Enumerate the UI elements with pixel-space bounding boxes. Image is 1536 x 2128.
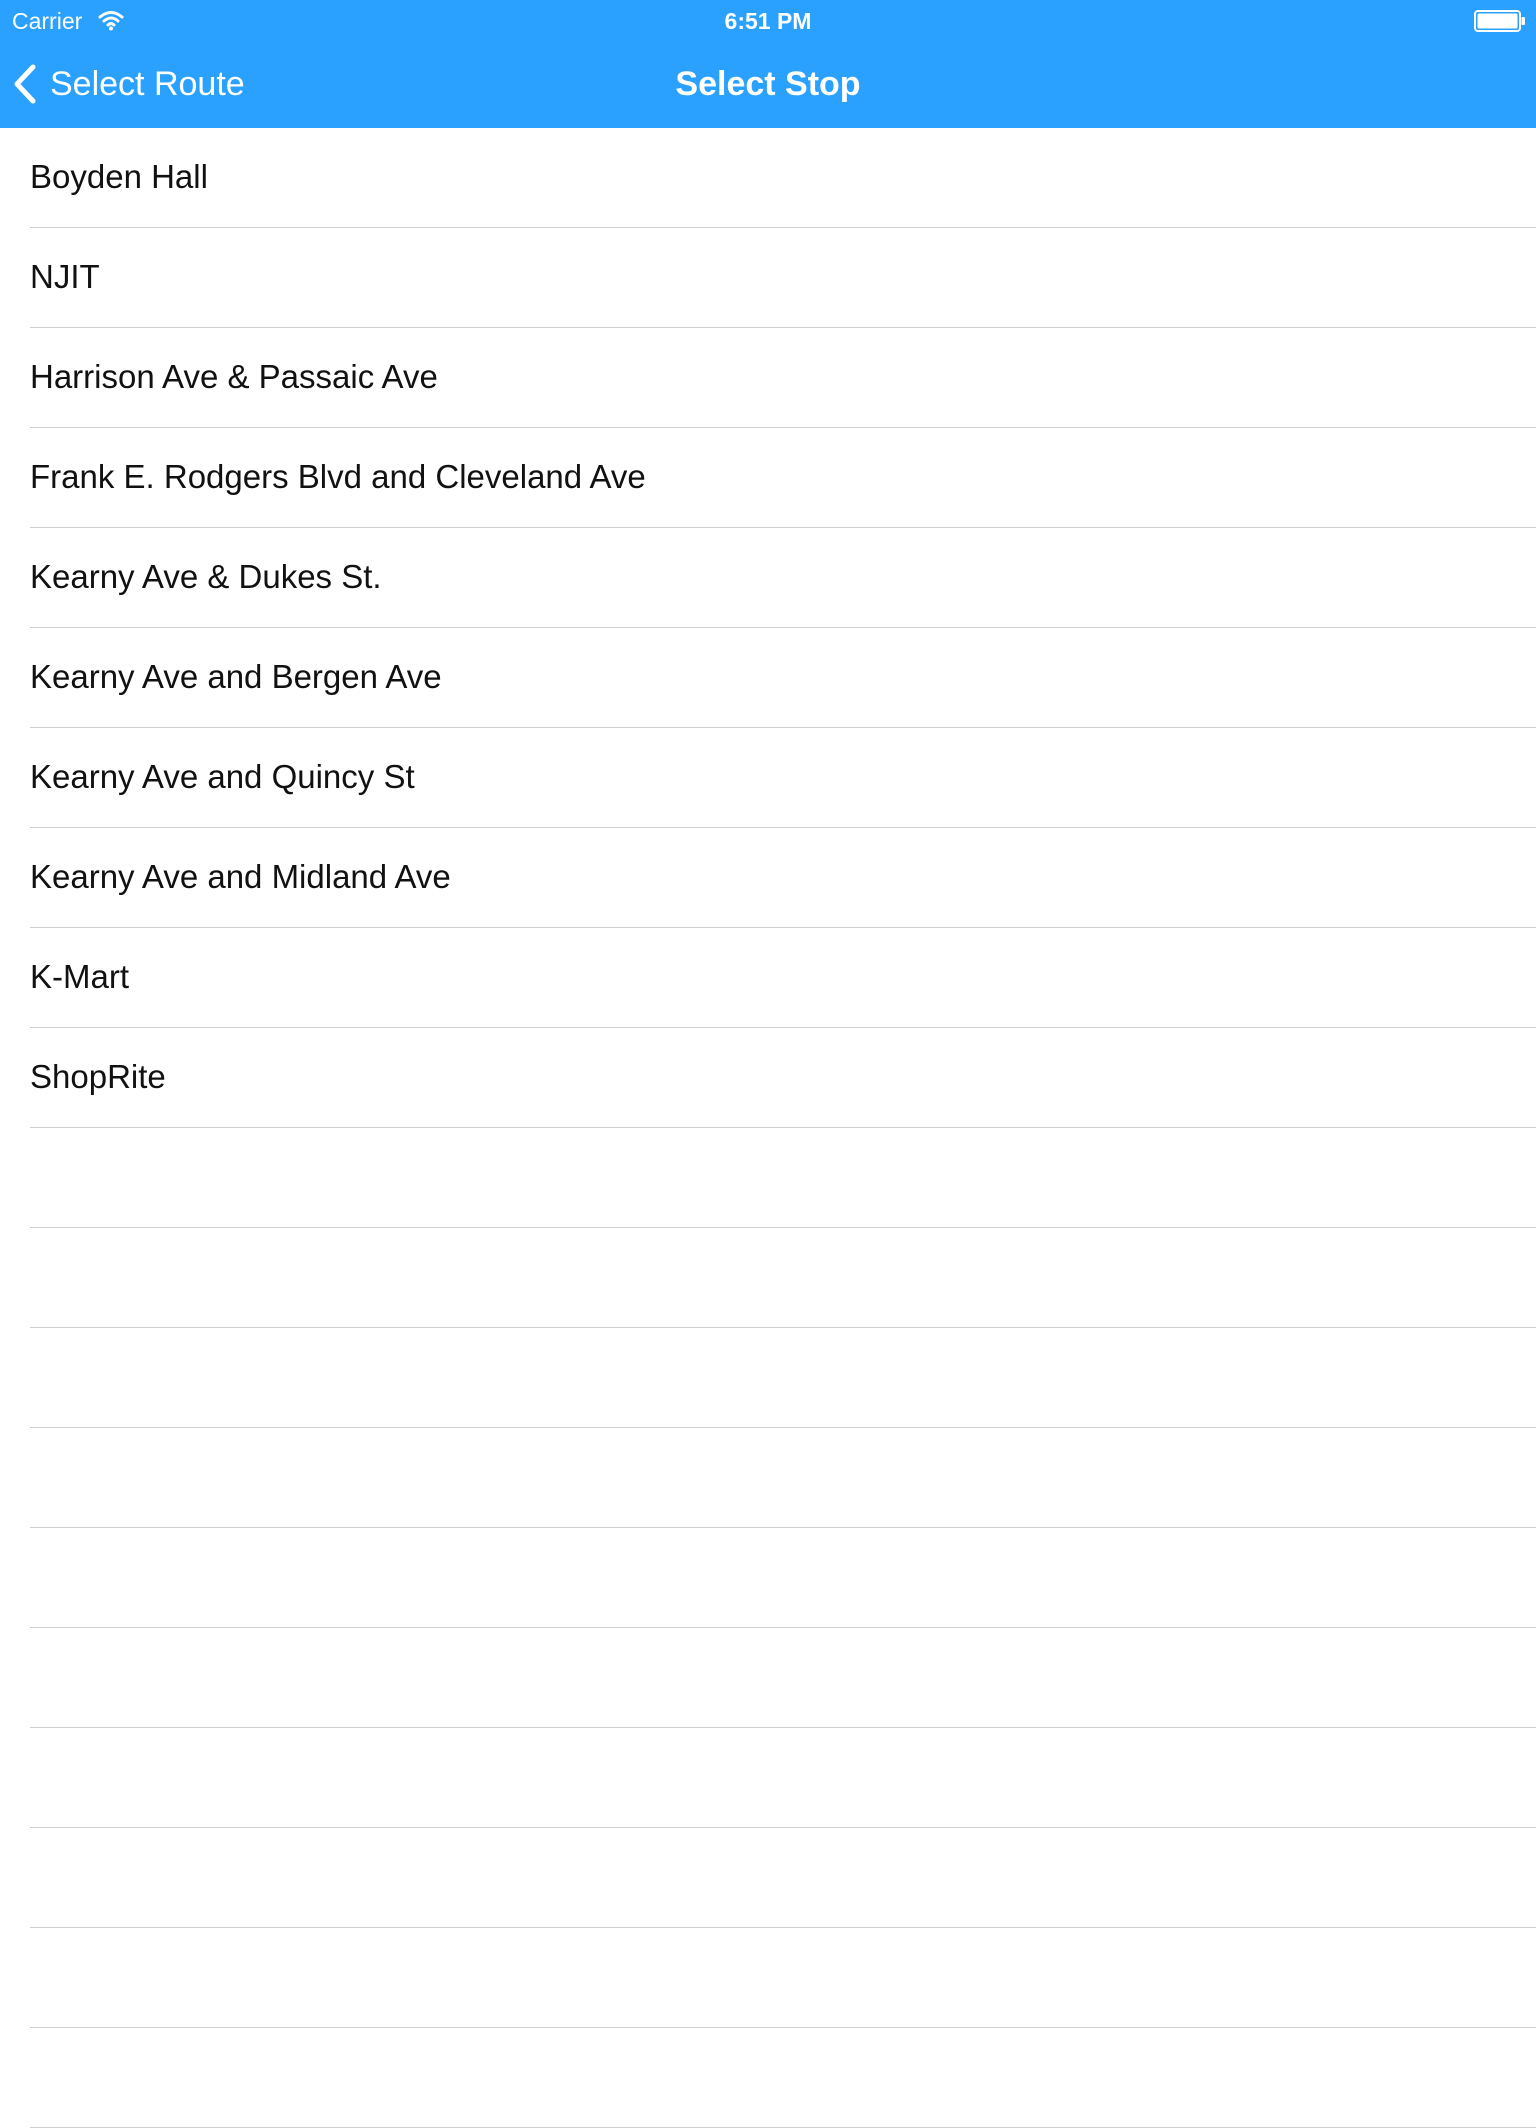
stop-row[interactable]: Kearny Ave and Midland Ave (30, 828, 1536, 928)
clock: 6:51 PM (724, 8, 812, 34)
stop-label: K-Mart (30, 958, 129, 995)
stop-row[interactable]: Boyden Hall (30, 128, 1536, 228)
empty-row (30, 1528, 1536, 1628)
page-title: Select Stop (675, 65, 861, 103)
empty-row (30, 1928, 1536, 2028)
stop-label: Kearny Ave and Bergen Ave (30, 658, 442, 695)
stop-row[interactable]: Frank E. Rodgers Blvd and Cleveland Ave (30, 428, 1536, 528)
stop-label: NJIT (30, 258, 100, 295)
stop-row[interactable]: K-Mart (30, 928, 1536, 1028)
stop-label: Frank E. Rodgers Blvd and Cleveland Ave (30, 458, 646, 495)
stop-row[interactable]: NJIT (30, 228, 1536, 328)
empty-row (30, 1628, 1536, 1728)
stop-label: Harrison Ave & Passaic Ave (30, 358, 438, 395)
top-bar: Carrier 6:51 PM Select Route Select Stop (0, 0, 1536, 128)
empty-row (30, 1428, 1536, 1528)
stop-label: ShopRite (30, 1058, 166, 1095)
stop-row[interactable]: Harrison Ave & Passaic Ave (30, 328, 1536, 428)
status-bar: Carrier 6:51 PM (0, 0, 1536, 40)
stop-row[interactable]: ShopRite (30, 1028, 1536, 1128)
empty-row (30, 1128, 1536, 1228)
stop-label: Kearny Ave and Quincy St (30, 758, 415, 795)
empty-row (30, 1828, 1536, 1928)
stop-row[interactable]: Kearny Ave & Dukes St. (30, 528, 1536, 628)
empty-row (30, 1728, 1536, 1828)
empty-row (30, 1328, 1536, 1428)
stop-list: Boyden Hall NJIT Harrison Ave & Passaic … (0, 128, 1536, 2128)
stop-label: Kearny Ave and Midland Ave (30, 858, 451, 895)
battery-icon (1474, 10, 1525, 32)
stop-row[interactable]: Kearny Ave and Bergen Ave (30, 628, 1536, 728)
empty-row (30, 2028, 1536, 2128)
navigation-bar: Select Route Select Stop (0, 40, 1536, 128)
stop-label: Boyden Hall (30, 158, 208, 195)
empty-row (30, 1228, 1536, 1328)
stop-row[interactable]: Kearny Ave and Quincy St (30, 728, 1536, 828)
stop-label: Kearny Ave & Dukes St. (30, 558, 382, 595)
